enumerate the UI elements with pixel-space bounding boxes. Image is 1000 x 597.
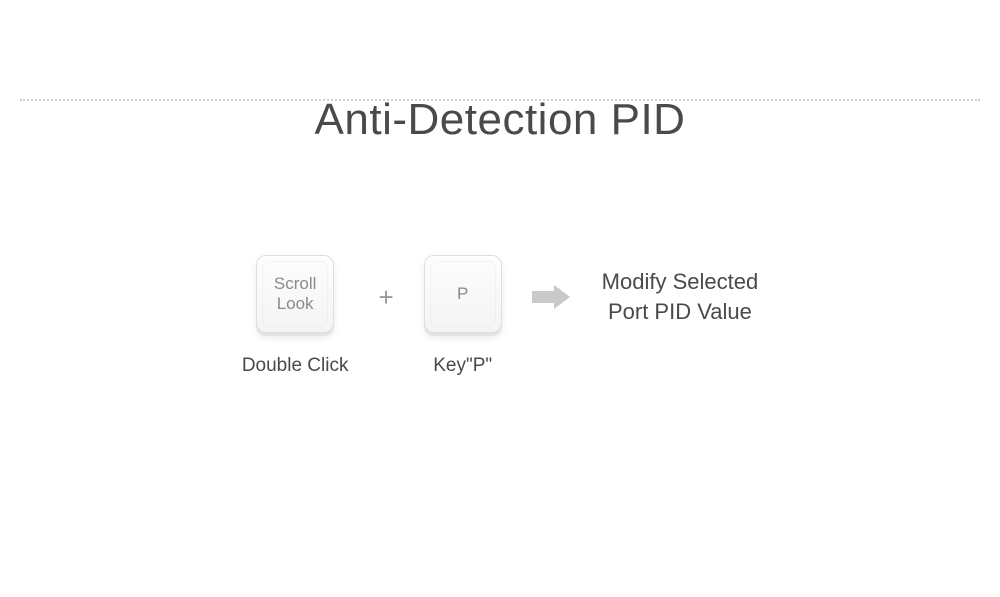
key-group-p: P Key"P" [424,255,502,377]
keycap-p: P [424,255,502,333]
keycap-p-label: P [457,284,468,304]
keycap-p-caption: Key"P" [433,355,492,377]
keycap-scroll-lock-label: Scroll Look [274,274,317,313]
top-dotted-divider [20,99,980,101]
instruction-row: Scroll Look Double Click + P Key"P" Modi… [0,255,1000,377]
arrow-right-icon [532,283,572,311]
key-group-scroll-lock: Scroll Look Double Click [242,255,349,377]
page-title: Anti-Detection PID [0,95,1000,145]
plus-symbol: + [378,282,393,313]
keycap-scroll-lock-caption: Double Click [242,355,349,377]
keycap-scroll-lock: Scroll Look [256,255,334,333]
result-text: Modify Selected Port PID Value [602,267,759,326]
